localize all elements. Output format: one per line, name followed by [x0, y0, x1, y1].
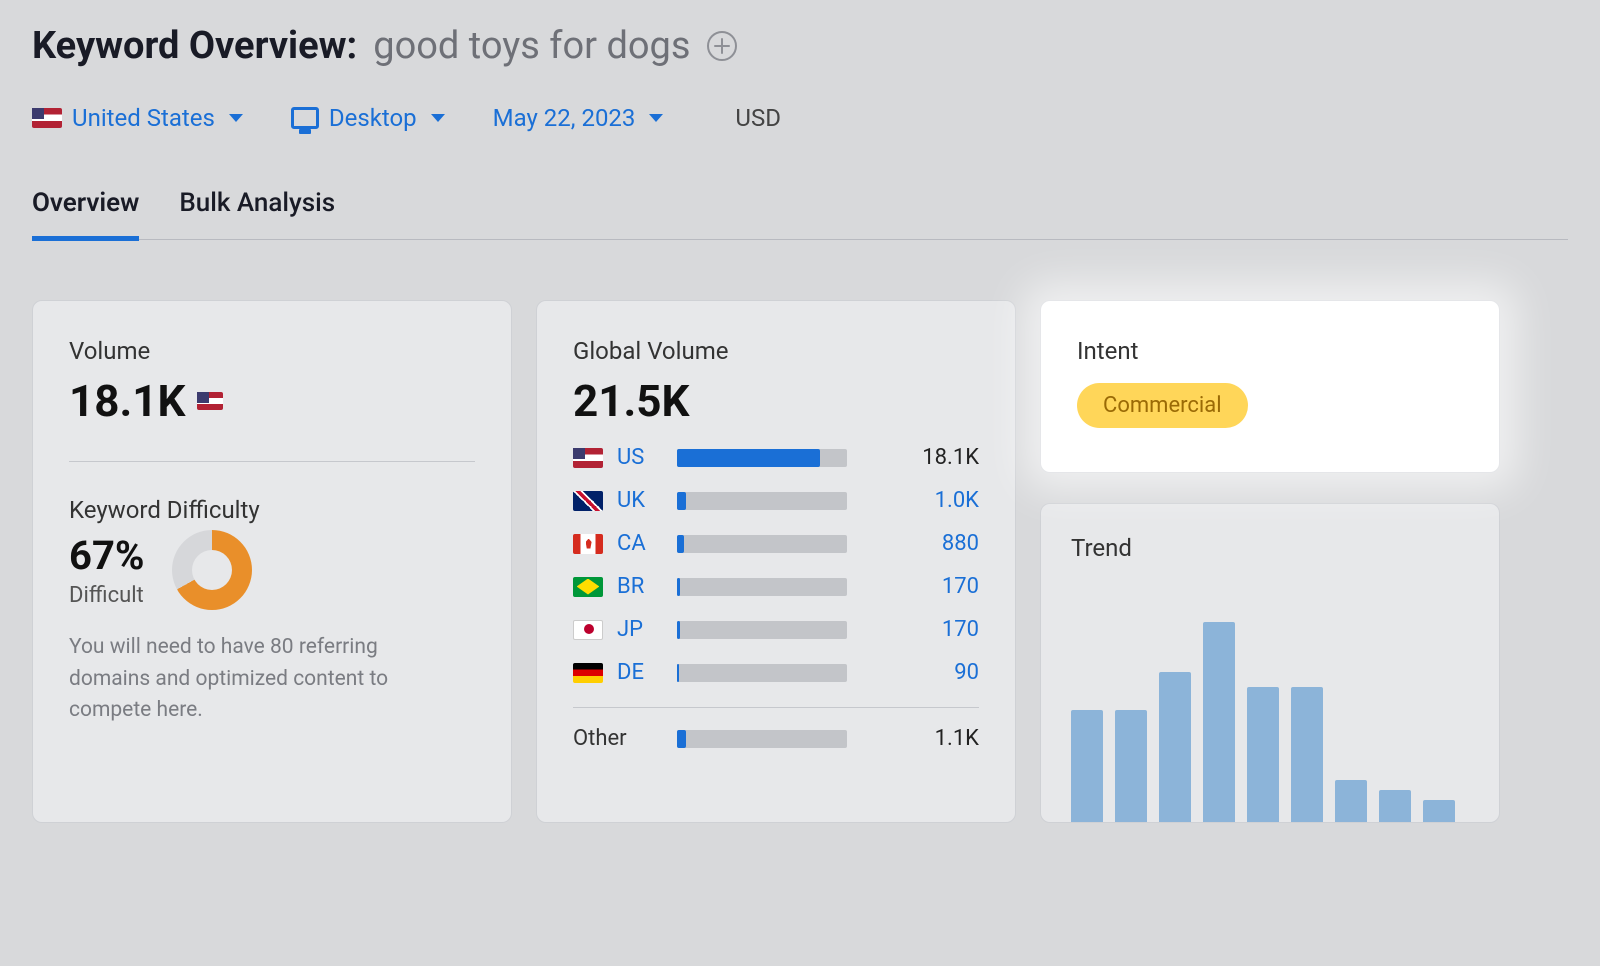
chevron-down-icon: [649, 114, 663, 122]
global-volume-card: Global Volume 21.5K US 18.1K UK 1.0K CA 880 BR…: [536, 300, 1016, 823]
global-volume-row[interactable]: UK 1.0K: [573, 488, 979, 513]
volume-value: 18.1K: [69, 375, 185, 427]
global-volume-bar: [677, 535, 847, 553]
trend-bar: [1423, 800, 1455, 822]
country-volume-value: 1.0K: [899, 488, 979, 513]
uk-flag-icon: [573, 491, 603, 511]
tab-bulk-analysis[interactable]: Bulk Analysis: [179, 188, 335, 239]
global-volume-row[interactable]: DE 90: [573, 660, 979, 685]
global-volume-row[interactable]: JP 170: [573, 617, 979, 642]
chevron-down-icon: [229, 114, 243, 122]
currency-label: USD: [735, 104, 781, 132]
us-flag-icon: [197, 392, 223, 410]
date-filter-label: May 22, 2023: [493, 104, 636, 132]
country-filter-label: United States: [72, 104, 215, 132]
tabs: Overview Bulk Analysis: [32, 188, 1568, 240]
br-flag-icon: [573, 577, 603, 597]
country-volume-value: 880: [899, 531, 979, 556]
country-code: DE: [617, 660, 663, 685]
intent-card: Intent Commercial: [1040, 300, 1500, 473]
chevron-down-icon: [431, 114, 445, 122]
trend-bar: [1115, 710, 1147, 822]
trend-chart: [1071, 582, 1469, 822]
country-code: JP: [617, 617, 663, 642]
keyword-difficulty-level: Difficult: [69, 583, 144, 608]
global-volume-bar: [677, 664, 847, 682]
trend-card: Trend: [1040, 503, 1500, 823]
volume-card: Volume 18.1K Keyword Difficulty 67% Diff…: [32, 300, 512, 823]
global-volume-other-value: 1.1K: [899, 726, 979, 751]
trend-bar: [1247, 687, 1279, 822]
intent-pill[interactable]: Commercial: [1077, 383, 1248, 428]
trend-label: Trend: [1071, 534, 1469, 562]
desktop-icon: [291, 107, 319, 129]
keyword-difficulty-label: Keyword Difficulty: [69, 496, 475, 524]
global-volume-bar: [677, 621, 847, 639]
keyword-text: good toys for dogs: [373, 24, 690, 68]
tab-overview[interactable]: Overview: [32, 188, 139, 241]
country-volume-value: 170: [899, 617, 979, 642]
ca-flag-icon: [573, 534, 603, 554]
global-volume-label: Global Volume: [573, 337, 979, 365]
us-flag-icon: [32, 108, 62, 128]
add-keyword-button[interactable]: [707, 31, 737, 61]
device-filter[interactable]: Desktop: [291, 104, 445, 132]
difficulty-donut-chart: [172, 530, 252, 610]
device-filter-label: Desktop: [329, 104, 417, 132]
keyword-difficulty-description: You will need to have 80 referring domai…: [69, 632, 449, 727]
country-filter[interactable]: United States: [32, 104, 243, 132]
date-filter[interactable]: May 22, 2023: [493, 104, 664, 132]
trend-bar: [1071, 710, 1103, 822]
trend-bar: [1291, 687, 1323, 822]
country-volume-value: 90: [899, 660, 979, 685]
country-code: BR: [617, 574, 663, 599]
volume-label: Volume: [69, 337, 475, 365]
country-code: CA: [617, 531, 663, 556]
de-flag-icon: [573, 663, 603, 683]
global-volume-row[interactable]: BR 170: [573, 574, 979, 599]
jp-flag-icon: [573, 620, 603, 640]
global-volume-bar: [677, 578, 847, 596]
global-volume-row[interactable]: US 18.1K: [573, 445, 979, 470]
country-code: US: [617, 445, 663, 470]
trend-bar: [1379, 790, 1411, 822]
country-volume-value: 18.1K: [899, 445, 979, 470]
page-title: Keyword Overview:: [32, 24, 357, 68]
global-volume-other-label: Other: [573, 726, 663, 751]
country-code: UK: [617, 488, 663, 513]
intent-label: Intent: [1077, 337, 1463, 365]
trend-bar: [1159, 672, 1191, 822]
keyword-difficulty-percent: 67%: [69, 532, 144, 579]
global-volume-bar: [677, 492, 847, 510]
global-volume-bar: [677, 449, 847, 467]
us-flag-icon: [573, 448, 603, 468]
country-volume-value: 170: [899, 574, 979, 599]
trend-bar: [1335, 780, 1367, 822]
global-volume-row[interactable]: CA 880: [573, 531, 979, 556]
global-volume-value: 21.5K: [573, 375, 689, 427]
global-volume-bar: [677, 730, 847, 748]
trend-bar: [1203, 622, 1235, 822]
